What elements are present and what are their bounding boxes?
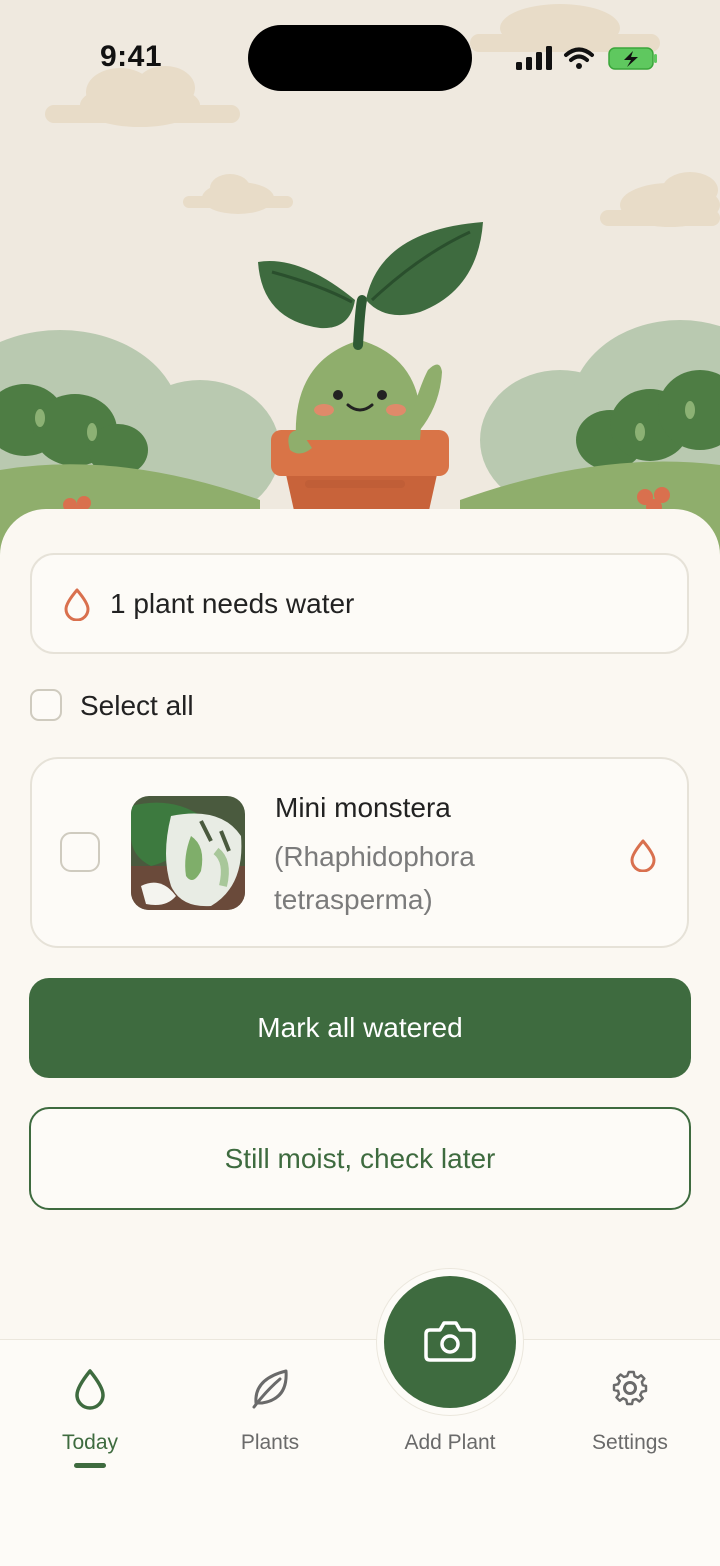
dynamic-island — [248, 25, 472, 91]
status-time: 9:41 — [100, 40, 163, 73]
plant-photo — [131, 796, 245, 910]
camera-icon — [424, 1321, 476, 1362]
plant-scientific-name: (Rhaphidophora tetrasperma) — [274, 841, 475, 915]
tab-label: Settings — [592, 1431, 668, 1454]
gear-icon — [610, 1365, 650, 1411]
tab-add-plant-label[interactable]: Add Plant — [360, 1431, 540, 1455]
tab-label: Plants — [240, 1431, 300, 1454]
mark-all-watered-button[interactable]: Mark all watered — [29, 978, 691, 1078]
tab-settings[interactable]: Settings — [540, 1365, 720, 1475]
plant-checkbox[interactable] — [60, 832, 100, 872]
active-tab-indicator — [74, 1463, 106, 1468]
leaf-icon — [250, 1365, 290, 1411]
tab-today[interactable]: Today — [0, 1365, 180, 1475]
select-all-checkbox[interactable] — [30, 689, 62, 721]
water-summary-text: 1 plant needs water — [110, 588, 355, 619]
water-drop-icon — [629, 838, 657, 873]
signal-icon — [516, 46, 552, 70]
water-drop-icon — [70, 1365, 110, 1411]
status-icons — [514, 44, 664, 74]
select-all-label[interactable]: Select all — [80, 690, 194, 722]
tab-label: Today — [61, 1431, 119, 1454]
check-later-button[interactable]: Still moist, check later — [29, 1107, 691, 1210]
water-drop-icon — [62, 587, 92, 622]
plant-name: Mini monstera — [275, 792, 451, 823]
wifi-icon — [564, 47, 594, 69]
tab-plants[interactable]: Plants — [180, 1365, 360, 1475]
add-plant-button[interactable] — [384, 1276, 516, 1408]
battery-charging-icon — [608, 47, 657, 70]
